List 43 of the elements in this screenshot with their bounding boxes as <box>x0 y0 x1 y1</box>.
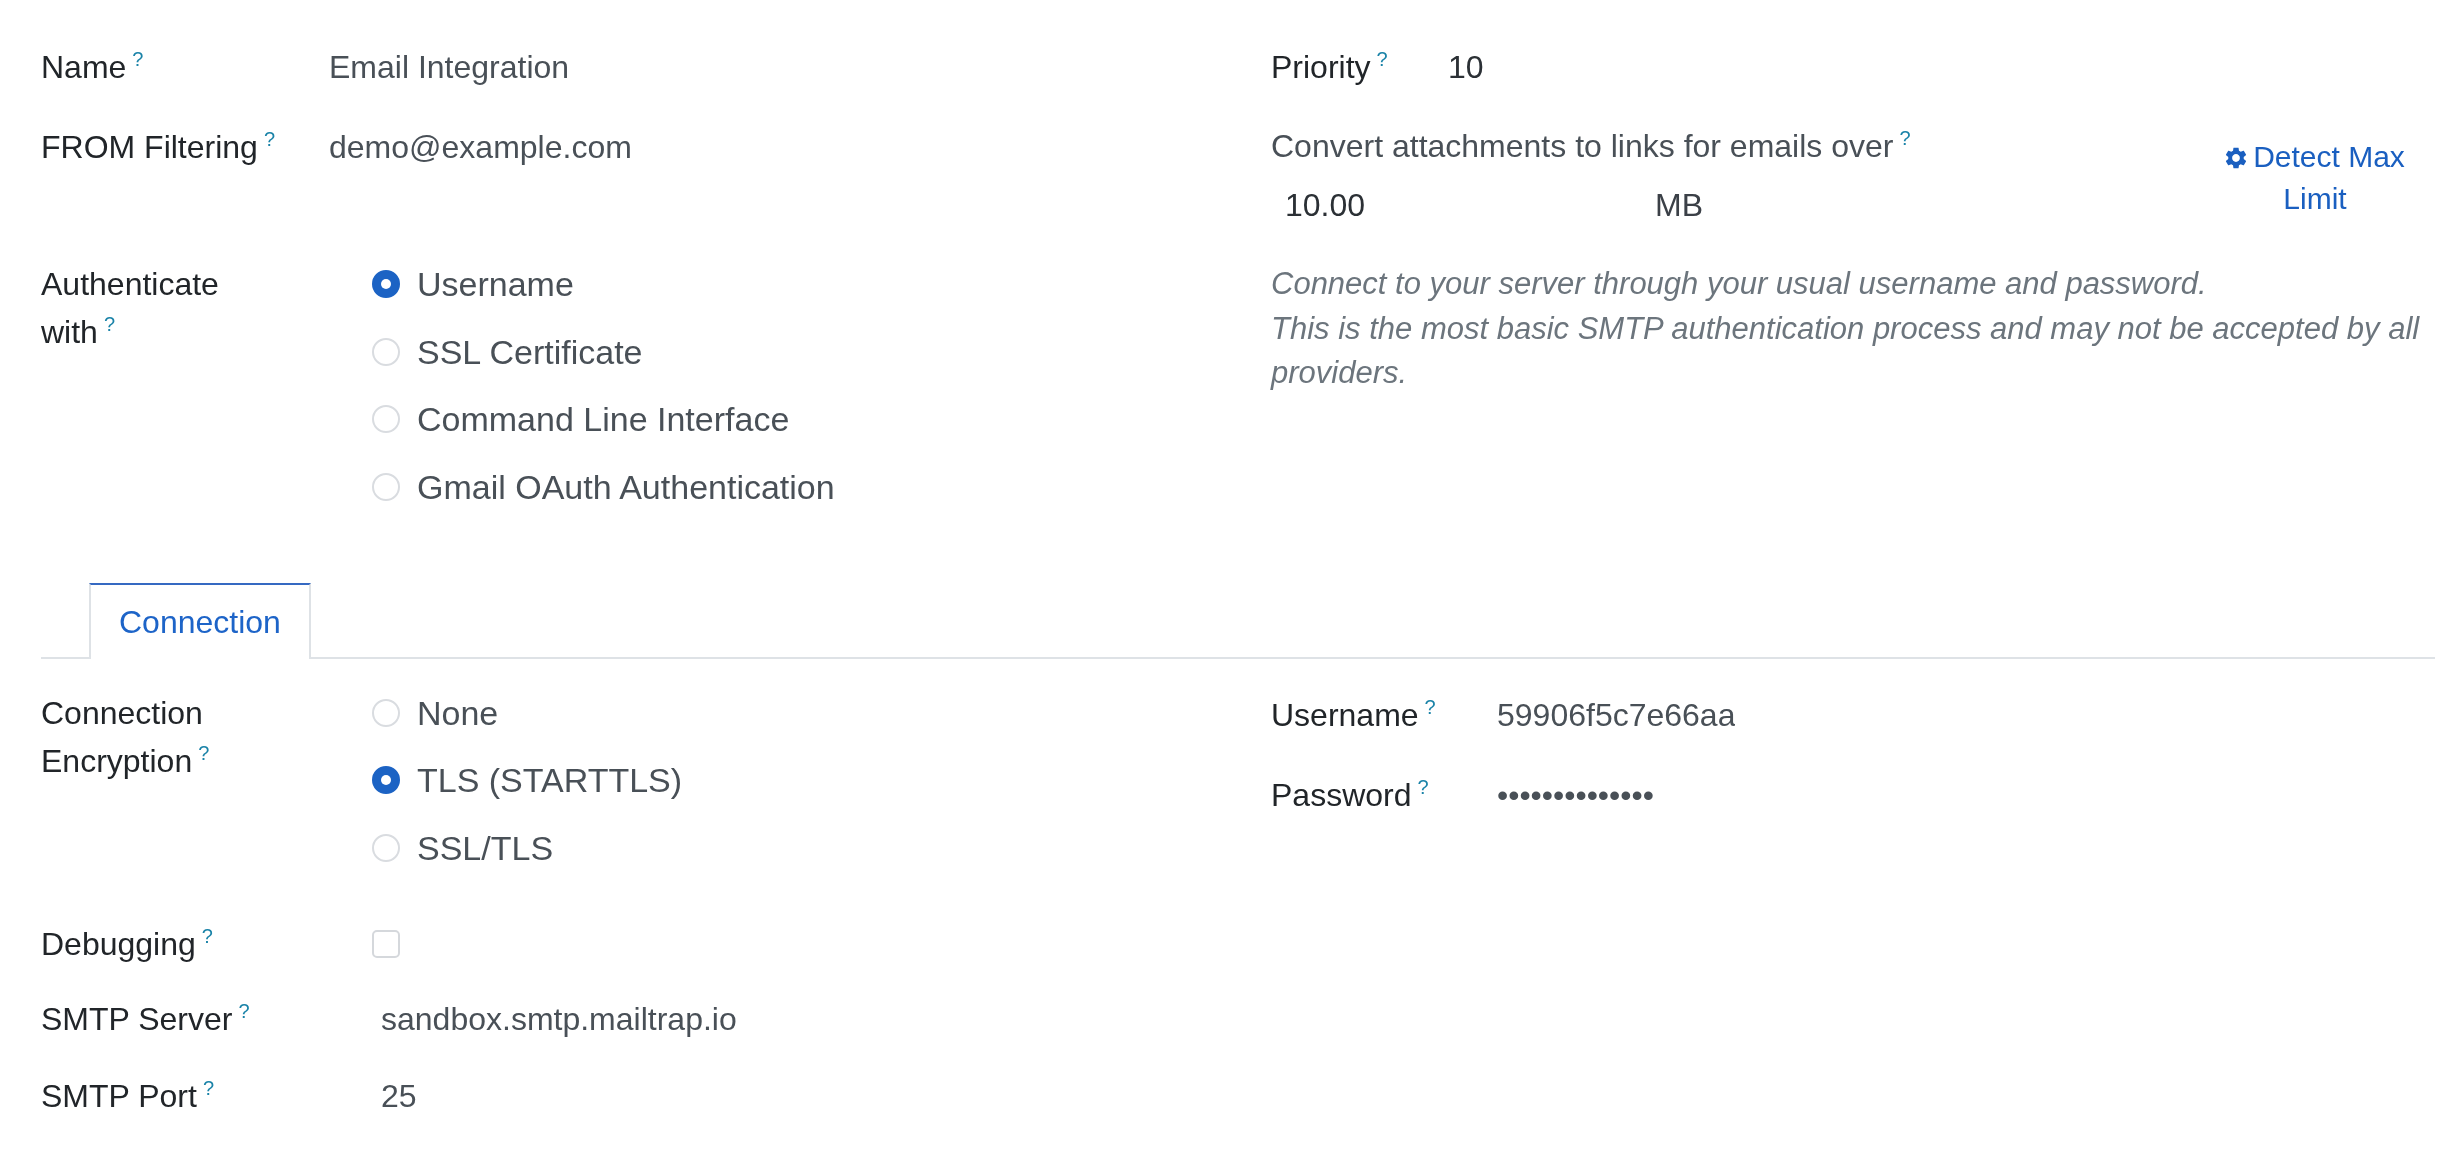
help-icon[interactable]: ? <box>238 999 250 1022</box>
radio-button[interactable] <box>372 766 400 794</box>
field-label: Name <box>41 49 127 85</box>
radio-label[interactable]: SSL/TLS <box>417 823 554 872</box>
radio-label[interactable]: TLS (STARTTLS) <box>417 756 683 804</box>
field-label: Convert attachments to links for emails over <box>1271 128 1894 164</box>
field-label: FROM Filtering <box>41 129 258 165</box>
radio-label[interactable]: SSL Certificate <box>417 327 643 376</box>
username-field[interactable]: 59906f5c7e66aa <box>1497 690 1736 739</box>
help-icon[interactable]: ? <box>1424 695 1436 718</box>
unit-label: MB <box>1655 186 1703 225</box>
radio-label[interactable]: Command Line Interface <box>417 395 790 443</box>
help-icon[interactable]: ? <box>1899 127 1911 149</box>
password-field[interactable]: •••••••••••••• <box>1497 770 1654 819</box>
radio-label[interactable]: Gmail OAuth Authentication <box>417 462 835 511</box>
help-icon[interactable]: ? <box>202 1076 214 1099</box>
field-label: Connection Encryption $^{?}$ <box>41 694 210 779</box>
radio-label[interactable]: None <box>417 688 499 737</box>
help-icon[interactable]: ? <box>1417 775 1429 798</box>
tab[interactable]: Connection <box>89 582 311 659</box>
help-icon[interactable]: ? <box>132 48 144 70</box>
gear-icon <box>2225 147 2248 169</box>
radio-label[interactable]: Username <box>417 260 574 308</box>
help-icon[interactable]: ? <box>1376 48 1388 70</box>
field-label: Authenticate with $^{?}$ <box>41 266 219 350</box>
help-icon[interactable]: ? <box>263 128 276 150</box>
smtp-server-field[interactable]: sandbox.smtp.mailtrap.io <box>381 994 737 1043</box>
attachment-size-field[interactable]: 10.00 <box>1285 181 1366 229</box>
checkbox[interactable] <box>372 929 400 958</box>
field-label: Username <box>1271 696 1419 733</box>
radio-button[interactable] <box>372 270 400 298</box>
field-label: SMTP Server <box>41 1000 233 1037</box>
field-label: Debugging <box>41 925 196 962</box>
field-label: SMTP Port <box>41 1077 197 1114</box>
auth-description: Connect to your server through your usual username and password. This is the most basic SMTP authentication process and may not be accepted by all providers. <box>1271 265 2421 392</box>
field-label: Priority <box>1271 49 1371 85</box>
field-label: Password <box>1271 776 1412 813</box>
detect-max-limit-button[interactable]: Detect Max Limit <box>2220 136 2410 220</box>
from-filtering-field[interactable]: demo@example.com <box>329 123 632 171</box>
name-field[interactable]: Email Integration <box>329 43 570 91</box>
smtp-port-field[interactable]: 25 <box>381 1071 417 1120</box>
help-icon[interactable]: ? <box>201 924 213 947</box>
priority-field[interactable]: 10 <box>1448 43 1484 91</box>
